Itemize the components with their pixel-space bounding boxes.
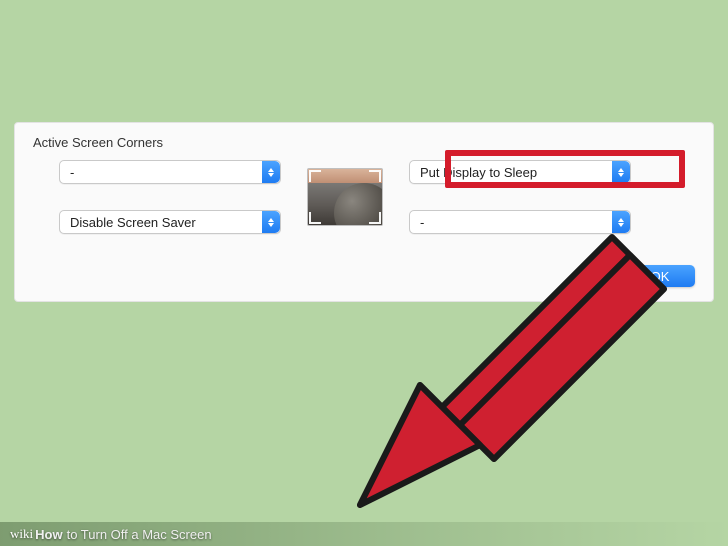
bottom-left-corner-select[interactable]: Disable Screen Saver [59, 210, 281, 234]
screen-preview-thumbnail [307, 168, 383, 226]
bottom-right-corner-select[interactable]: - [409, 210, 631, 234]
corners-row: - Disable Screen Saver Put Display to Sl… [33, 160, 695, 234]
left-column: - Disable Screen Saver [59, 160, 281, 234]
bottom-left-corner-value: Disable Screen Saver [70, 215, 196, 230]
corner-indicator-icon [369, 212, 381, 224]
hot-corners-panel: Active Screen Corners - Disable Screen S… [14, 122, 714, 302]
stepper-icon [262, 161, 280, 183]
wikihow-banner: wikiHow to Turn Off a Mac Screen [0, 522, 728, 546]
corner-indicator-icon [309, 170, 321, 182]
panel-title: Active Screen Corners [33, 135, 695, 150]
brand-how-text: How [35, 527, 62, 542]
stepper-icon [262, 211, 280, 233]
bottom-right-corner-value: - [420, 215, 424, 230]
brand-text: wiki [10, 526, 33, 542]
stepper-icon [612, 161, 630, 183]
article-title: to Turn Off a Mac Screen [67, 527, 212, 542]
top-right-corner-select[interactable]: Put Display to Sleep [409, 160, 631, 184]
stepper-icon [612, 211, 630, 233]
ok-button[interactable]: OK [625, 265, 695, 287]
corner-indicator-icon [369, 170, 381, 182]
top-left-corner-select[interactable]: - [59, 160, 281, 184]
ok-button-label: OK [651, 269, 670, 284]
right-column: Put Display to Sleep - [409, 160, 631, 234]
top-left-corner-value: - [70, 165, 74, 180]
top-right-corner-value: Put Display to Sleep [420, 165, 537, 180]
corner-indicator-icon [309, 212, 321, 224]
